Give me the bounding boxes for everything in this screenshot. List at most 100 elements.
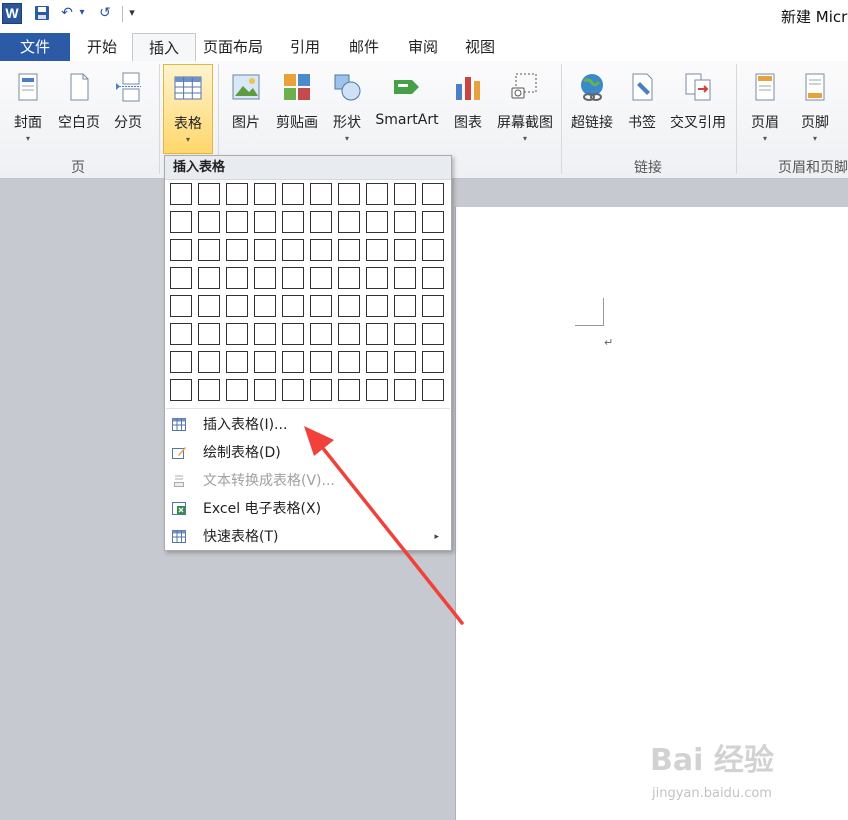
cover-page-button[interactable]: 封面 ▾ — [6, 66, 50, 150]
smartart-button[interactable]: SmartArt — [372, 66, 442, 150]
table-grid-cell[interactable] — [282, 379, 304, 401]
table-grid-cell[interactable] — [282, 323, 304, 345]
table-grid-cell[interactable] — [198, 239, 220, 261]
table-grid-cell[interactable] — [282, 239, 304, 261]
table-grid-cell[interactable] — [366, 239, 388, 261]
table-grid-cell[interactable] — [338, 239, 360, 261]
table-grid-cell[interactable] — [282, 295, 304, 317]
blank-page-button[interactable]: 空白页 — [54, 66, 104, 150]
table-grid-cell[interactable] — [254, 267, 276, 289]
table-grid-cell[interactable] — [226, 239, 248, 261]
table-grid-cell[interactable] — [310, 351, 332, 373]
table-grid-cell[interactable] — [226, 323, 248, 345]
table-grid-cell[interactable] — [310, 323, 332, 345]
shapes-button[interactable]: 形状 ▾ — [327, 66, 367, 150]
table-grid-cell[interactable] — [366, 379, 388, 401]
tab-page-layout[interactable]: 页面布局 — [187, 33, 279, 61]
table-grid-cell[interactable] — [422, 211, 444, 233]
table-grid-cell[interactable] — [254, 211, 276, 233]
bookmark-button[interactable]: 书签 — [622, 66, 662, 150]
table-grid-cell[interactable] — [170, 351, 192, 373]
cross-reference-button[interactable]: 交叉引用 — [666, 66, 730, 150]
table-grid-cell[interactable] — [422, 379, 444, 401]
tab-view[interactable]: 视图 — [449, 33, 511, 61]
table-grid-cell[interactable] — [254, 295, 276, 317]
table-grid-cell[interactable] — [394, 183, 416, 205]
table-grid-cell[interactable] — [366, 267, 388, 289]
picture-button[interactable]: 图片 — [226, 66, 266, 150]
table-grid-cell[interactable] — [394, 295, 416, 317]
table-grid-cell[interactable] — [198, 351, 220, 373]
table-grid-cell[interactable] — [422, 295, 444, 317]
customize-quick-access-icon[interactable]: ▾ — [126, 4, 138, 22]
table-grid-cell[interactable] — [198, 379, 220, 401]
document-page[interactable] — [455, 207, 848, 820]
table-grid-cell[interactable] — [422, 323, 444, 345]
header-button[interactable]: 页眉 ▾ — [745, 66, 785, 150]
tab-home[interactable]: 开始 — [71, 33, 133, 61]
footer-button[interactable]: 页脚 ▾ — [795, 66, 835, 150]
table-grid-cell[interactable] — [198, 211, 220, 233]
table-grid-cell[interactable] — [338, 379, 360, 401]
table-grid-cell[interactable] — [254, 379, 276, 401]
table-grid-cell[interactable] — [198, 183, 220, 205]
clipart-button[interactable]: 剪贴画 — [272, 66, 322, 150]
tab-references[interactable]: 引用 — [274, 33, 336, 61]
table-grid-cell[interactable] — [366, 211, 388, 233]
table-grid-cell[interactable] — [170, 239, 192, 261]
table-grid-cell[interactable] — [226, 211, 248, 233]
table-grid-cell[interactable] — [198, 295, 220, 317]
table-grid-cell[interactable] — [226, 183, 248, 205]
undo-icon[interactable]: ↶ — [58, 4, 76, 22]
table-grid-cell[interactable] — [366, 183, 388, 205]
table-grid-cell[interactable] — [394, 267, 416, 289]
table-grid-cell[interactable] — [198, 323, 220, 345]
table-button[interactable]: 表格 ▾ — [163, 64, 213, 154]
table-grid-cell[interactable] — [254, 351, 276, 373]
table-grid-cell[interactable] — [394, 323, 416, 345]
redo-icon[interactable]: ↺ — [96, 4, 114, 22]
table-grid-cell[interactable] — [366, 351, 388, 373]
table-grid-cell[interactable] — [310, 211, 332, 233]
table-grid-cell[interactable] — [422, 267, 444, 289]
table-grid-cell[interactable] — [338, 351, 360, 373]
hyperlink-button[interactable]: 超链接 — [566, 66, 618, 150]
table-grid-cell[interactable] — [170, 323, 192, 345]
table-grid-cell[interactable] — [170, 267, 192, 289]
table-grid-cell[interactable] — [422, 351, 444, 373]
table-grid-cell[interactable] — [254, 239, 276, 261]
table-grid-cell[interactable] — [282, 267, 304, 289]
table-grid-cell[interactable] — [338, 295, 360, 317]
table-grid-cell[interactable] — [282, 183, 304, 205]
save-icon[interactable] — [33, 4, 51, 22]
table-grid-cell[interactable] — [366, 323, 388, 345]
table-grid-cell[interactable] — [226, 267, 248, 289]
tab-file[interactable]: 文件 — [0, 33, 70, 61]
table-grid-cell[interactable] — [254, 323, 276, 345]
page-break-button[interactable]: 分页 — [108, 66, 148, 150]
table-grid-cell[interactable] — [394, 379, 416, 401]
table-size-grid[interactable] — [170, 183, 450, 407]
screenshot-button[interactable]: 屏幕截图 ▾ — [493, 66, 557, 150]
table-grid-cell[interactable] — [198, 267, 220, 289]
tab-mailings[interactable]: 邮件 — [333, 33, 395, 61]
table-grid-cell[interactable] — [338, 183, 360, 205]
table-grid-cell[interactable] — [226, 379, 248, 401]
table-grid-cell[interactable] — [422, 183, 444, 205]
table-grid-cell[interactable] — [310, 379, 332, 401]
table-grid-cell[interactable] — [422, 239, 444, 261]
table-grid-cell[interactable] — [254, 183, 276, 205]
table-grid-cell[interactable] — [170, 295, 192, 317]
table-grid-cell[interactable] — [170, 211, 192, 233]
table-grid-cell[interactable] — [366, 295, 388, 317]
table-grid-cell[interactable] — [310, 183, 332, 205]
chart-button[interactable]: 图表 — [448, 66, 488, 150]
tab-review[interactable]: 审阅 — [392, 33, 454, 61]
table-grid-cell[interactable] — [394, 239, 416, 261]
table-grid-cell[interactable] — [282, 351, 304, 373]
word-app-icon[interactable]: W — [2, 3, 22, 24]
table-grid-cell[interactable] — [170, 379, 192, 401]
table-grid-cell[interactable] — [310, 295, 332, 317]
table-grid-cell[interactable] — [310, 239, 332, 261]
table-grid-cell[interactable] — [338, 323, 360, 345]
